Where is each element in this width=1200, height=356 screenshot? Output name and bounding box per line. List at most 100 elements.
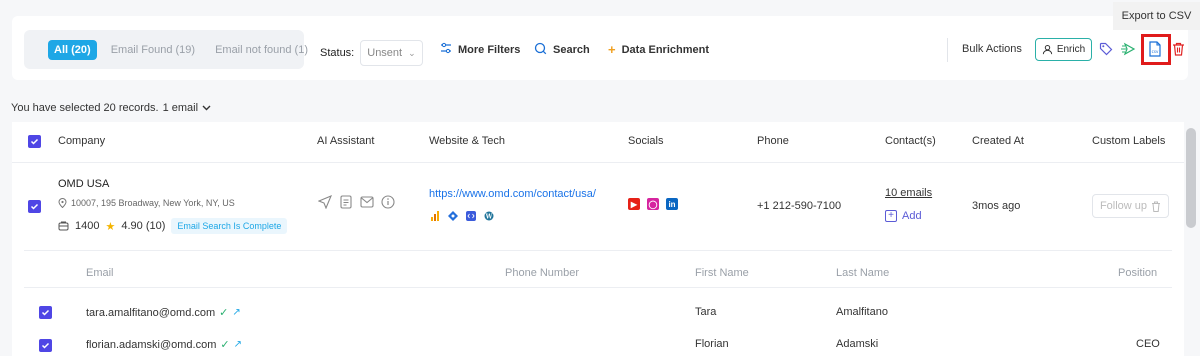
check-icon <box>30 203 39 210</box>
email-address[interactable]: florian.adamski@omd.com <box>86 339 216 351</box>
document-icon[interactable] <box>338 194 353 209</box>
data-enrichment-button[interactable]: + Data Enrichment <box>608 42 709 57</box>
last-name: Adamski <box>836 338 879 350</box>
user-icon <box>1042 44 1052 55</box>
tab-email-found[interactable]: Email Found (19) <box>105 40 201 60</box>
rating: 4.90 (10) <box>121 220 166 232</box>
more-filters-label: More Filters <box>458 43 521 56</box>
position: CEO <box>1136 338 1160 350</box>
first-name: Tara <box>695 306 717 318</box>
selection-text: You have selected 20 records. <box>11 102 159 114</box>
plus-icon: + <box>885 210 897 222</box>
more-filters-button[interactable]: More Filters <box>440 42 520 57</box>
row-checkbox[interactable] <box>28 200 41 213</box>
check-icon <box>41 342 50 349</box>
column-header-created-at: Created At <box>972 135 1024 147</box>
follow-up-label[interactable]: Follow up <box>1092 194 1169 218</box>
tech-stack: W <box>429 210 494 221</box>
column-header-email: Email <box>86 267 114 279</box>
export-csv-tooltip: Export to CSV <box>1113 2 1200 30</box>
company-address: 10007, 195 Broadway, New York, NY, US <box>58 198 235 208</box>
column-header-phone: Phone <box>757 135 789 147</box>
last-name: Amalfitano <box>836 306 888 318</box>
send-icon[interactable] <box>1120 41 1136 57</box>
status-filter: Status: Unsent ⌄ <box>320 40 423 66</box>
star-icon: ★ <box>105 220 116 233</box>
sliders-icon <box>440 42 452 57</box>
youtube-icon[interactable]: ▶ <box>628 198 640 210</box>
tab-all[interactable]: All (20) <box>48 39 97 60</box>
tag-manager-icon <box>447 210 458 221</box>
external-link-icon[interactable]: ↗ <box>232 307 240 318</box>
email-address[interactable]: tara.amalfitano@omd.com <box>86 307 215 319</box>
search-button[interactable]: Search <box>534 42 590 58</box>
verified-icon: ✓ <box>220 339 230 351</box>
toolbar-divider <box>947 38 948 62</box>
trash-icon[interactable] <box>1170 41 1186 57</box>
status-label: Status: <box>320 47 355 59</box>
column-header-custom-labels: Custom Labels <box>1092 135 1166 147</box>
code-icon <box>465 210 476 221</box>
tag-icon[interactable] <box>1098 41 1114 57</box>
subtable-header-divider <box>24 287 1172 288</box>
first-name: Florian <box>695 338 729 350</box>
send-message-icon[interactable] <box>317 194 332 209</box>
status-value: Unsent <box>367 47 403 59</box>
social-links: ▶ ◯ in <box>628 198 678 210</box>
employee-count: 1400 <box>75 220 100 232</box>
contacts-subtable: Email Phone Number First Name Last Name … <box>24 250 1172 356</box>
column-header-socials: Socials <box>628 135 664 147</box>
status-badge: Email Search Is Complete <box>171 218 288 234</box>
building-icon <box>58 221 69 231</box>
contacts-emails-link[interactable]: 10 emails <box>885 187 932 199</box>
trash-icon[interactable] <box>1151 201 1161 212</box>
chevron-down-icon[interactable] <box>202 102 211 114</box>
ai-assistant-actions <box>317 194 395 209</box>
svg-text:W: W <box>484 213 492 220</box>
enrich-button[interactable]: Enrich <box>1035 38 1092 61</box>
linkedin-icon[interactable]: in <box>666 198 678 210</box>
email-cell: florian.adamski@omd.com ✓ ↗ <box>86 338 242 352</box>
verified-icon: ✓ <box>219 307 229 319</box>
tab-email-not-found[interactable]: Email not found (1) <box>209 40 314 60</box>
wordpress-icon: W <box>483 210 494 221</box>
external-link-icon[interactable]: ↗ <box>234 339 242 350</box>
info-icon[interactable] <box>380 194 395 209</box>
check-icon <box>41 309 50 316</box>
export-highlight-box <box>1141 34 1171 65</box>
plus-icon: + <box>608 42 616 57</box>
enrich-label: Enrich <box>1056 44 1086 55</box>
header-divider <box>12 162 1184 163</box>
address-text: 10007, 195 Broadway, New York, NY, US <box>71 198 235 208</box>
selection-dropdown[interactable]: 1 email <box>163 102 198 114</box>
website-link[interactable]: https://www.omd.com/contact/usa/ <box>429 188 596 200</box>
column-header-ai-assistant: AI Assistant <box>317 135 375 147</box>
column-header-first-name: First Name <box>695 267 749 279</box>
phone-number[interactable]: +1 212-590-7100 <box>757 200 841 212</box>
chevron-down-icon: ⌄ <box>408 47 416 58</box>
filter-tabs: All (20) Email Found (19) Email not foun… <box>24 30 308 69</box>
select-all-checkbox[interactable] <box>28 135 41 148</box>
column-header-position: Position <box>1118 267 1158 279</box>
scrollbar[interactable] <box>1186 128 1196 228</box>
mail-icon[interactable] <box>359 194 374 209</box>
company-name[interactable]: OMD USA <box>58 178 109 190</box>
column-header-last-name: Last Name <box>836 267 890 279</box>
follow-up-text: Follow up <box>1099 200 1148 212</box>
status-select[interactable]: Unsent ⌄ <box>360 40 423 66</box>
column-header-contacts: Contact(s) <box>885 135 936 147</box>
check-icon <box>30 138 39 145</box>
row-checkbox[interactable] <box>39 306 52 319</box>
bulk-actions-label: Bulk Actions <box>962 43 1022 55</box>
selection-info: You have selected 20 records. 1 email <box>11 102 211 114</box>
search-icon <box>534 42 547 58</box>
location-pin-icon <box>58 198 67 208</box>
add-contact-button[interactable]: + Add <box>885 210 922 222</box>
row-checkbox[interactable] <box>39 339 52 352</box>
search-label: Search <box>553 44 590 56</box>
column-header-phone-number: Phone Number <box>505 267 579 279</box>
add-label: Add <box>902 210 922 222</box>
column-header-website: Website & Tech <box>429 135 506 147</box>
instagram-icon[interactable]: ◯ <box>647 198 659 210</box>
company-meta: 1400 ★ 4.90 (10) Email Search Is Complet… <box>58 218 288 234</box>
